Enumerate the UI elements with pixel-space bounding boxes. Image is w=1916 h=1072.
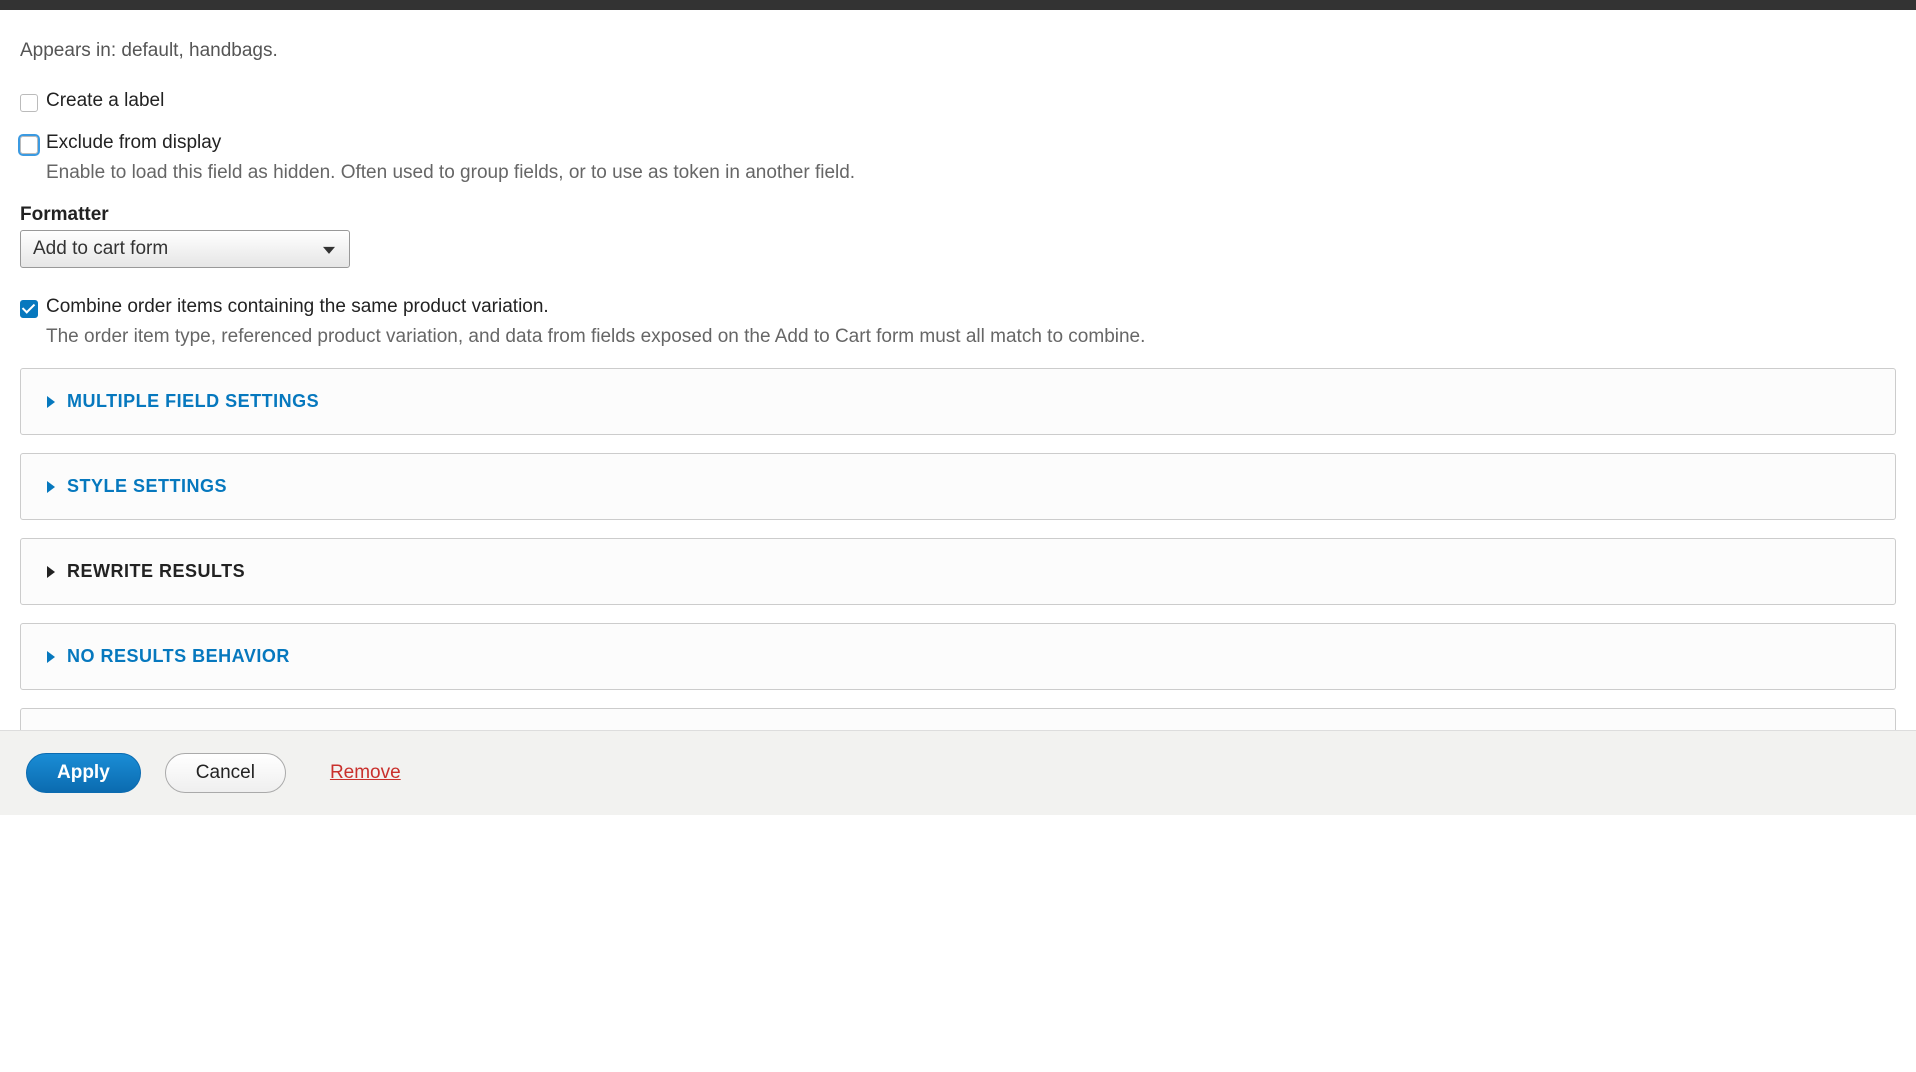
accordion-style-title: STYLE SETTINGS [67,476,227,497]
accordion-no-results-title: NO RESULTS BEHAVIOR [67,646,290,667]
create-label-checkbox[interactable] [20,94,38,112]
chevron-down-icon [323,247,335,254]
combine-order-text: Combine order items containing the same … [46,296,1145,318]
exclude-display-desc: Enable to load this field as hidden. Oft… [46,162,855,184]
accordion-rewrite-title: REWRITE RESULTS [67,561,245,582]
combine-order-desc: The order item type, referenced product … [46,326,1145,348]
triangle-right-icon [47,566,55,578]
appears-in-text: Appears in: default, handbags. [20,40,1896,62]
accordion-multiple-field-title: MULTIPLE FIELD SETTINGS [67,391,319,412]
formatter-section: Formatter Add to cart form [20,204,1896,274]
top-divider [0,0,1916,10]
accordion-cutoff [20,708,1896,730]
cancel-button[interactable]: Cancel [165,753,286,793]
create-label-text: Create a label [46,90,164,112]
exclude-display-text: Exclude from display [46,132,855,154]
apply-button[interactable]: Apply [26,753,141,793]
accordion-no-results[interactable]: NO RESULTS BEHAVIOR [20,623,1896,690]
formatter-selected-value: Add to cart form [33,238,168,260]
form-container: Appears in: default, handbags. Create a … [0,10,1916,730]
remove-link[interactable]: Remove [330,762,401,784]
triangle-right-icon [47,651,55,663]
accordion-style[interactable]: STYLE SETTINGS [20,453,1896,520]
triangle-right-icon [47,481,55,493]
accordion-group: MULTIPLE FIELD SETTINGS STYLE SETTINGS R… [20,368,1896,730]
combine-order-checkbox[interactable] [20,300,38,318]
exclude-display-row: Exclude from display Enable to load this… [20,132,1896,184]
accordion-multiple-field[interactable]: MULTIPLE FIELD SETTINGS [20,368,1896,435]
footer-actions: Apply Cancel Remove [0,730,1916,815]
triangle-right-icon [47,396,55,408]
create-label-row: Create a label [20,90,1896,112]
combine-order-row: Combine order items containing the same … [20,296,1896,348]
exclude-display-checkbox[interactable] [20,136,38,154]
accordion-rewrite[interactable]: REWRITE RESULTS [20,538,1896,605]
formatter-select[interactable]: Add to cart form [20,230,350,268]
formatter-label: Formatter [20,204,1896,226]
